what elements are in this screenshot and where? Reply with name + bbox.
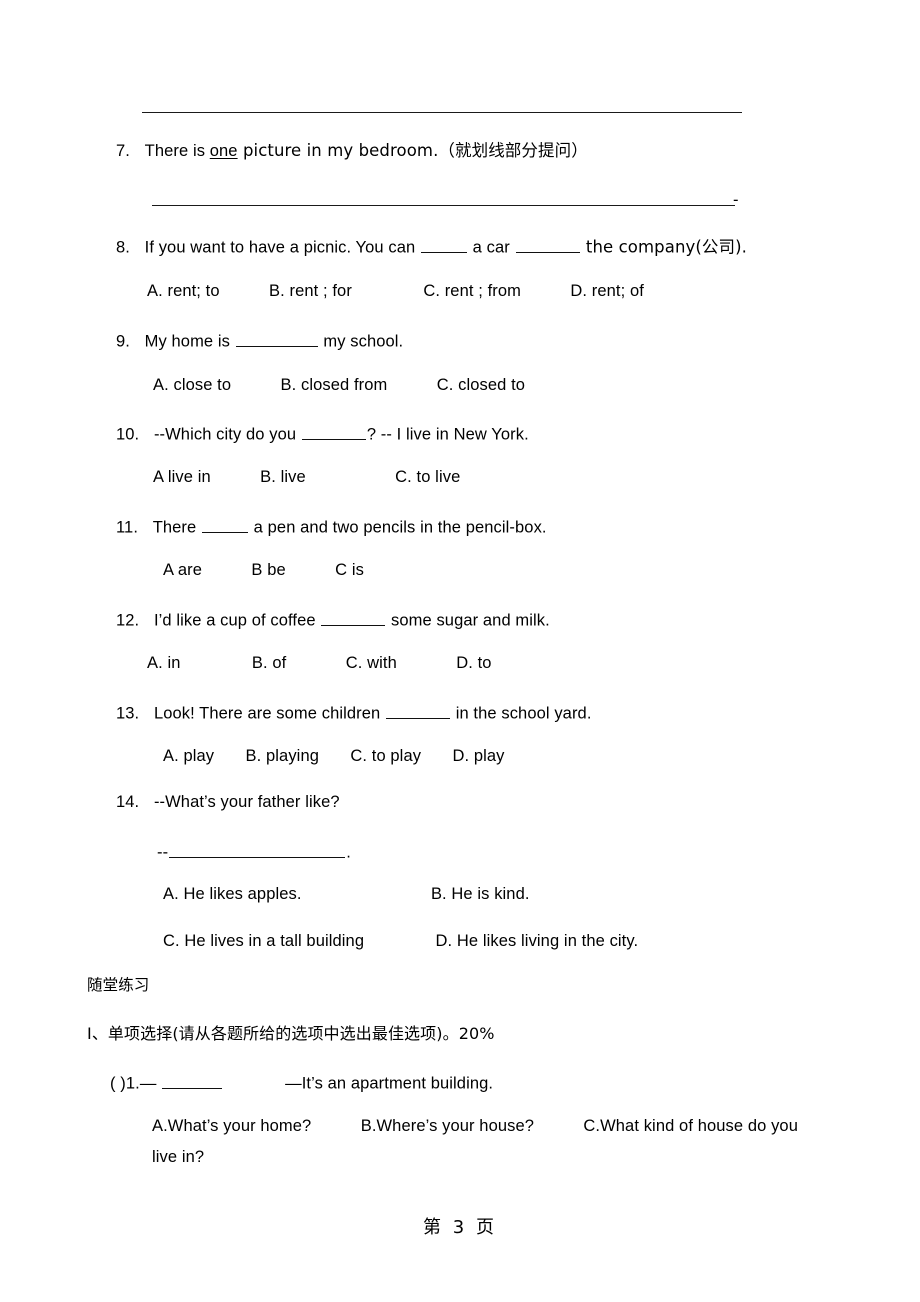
question-8-stem-part3: the company(公司).	[580, 237, 747, 257]
practice-item-1-option-a[interactable]: A.What’s your home?	[152, 1117, 311, 1135]
question-9-options: A. close to B. closed from C. closed to	[153, 377, 525, 394]
question-13-blank[interactable]	[386, 702, 451, 719]
question-7-underlined-word: one	[209, 142, 238, 160]
question-13-option-c[interactable]: C. to play	[350, 747, 421, 765]
practice-section-label: Ⅰ、单项选择(请从各题所给的选项中选出最佳选项)。20%	[87, 1024, 495, 1043]
question-10-option-a[interactable]: A live in	[153, 468, 211, 486]
question-13-option-b[interactable]: B. playing	[246, 747, 319, 765]
question-11-number: 11.	[116, 518, 139, 537]
question-13-options: A. play B. playing C. to play D. play	[163, 748, 505, 765]
answer-rule-top	[142, 112, 742, 113]
question-8-stem: 8. If you want to have a picnic. You can…	[116, 236, 747, 256]
practice-item-1-options-line-2: live in?	[152, 1148, 205, 1166]
question-8-number: 8.	[116, 238, 130, 257]
question-11-stem-part1: There	[152, 518, 201, 537]
question-7-stem-after: picture in my bedroom.（就划线部分提问）	[237, 141, 588, 160]
question-12-stem: 12. I’d like a cup of coffee some sugar …	[116, 609, 550, 629]
practice-item-1-blank[interactable]	[162, 1072, 223, 1089]
practice-item-1-dash-before: —	[139, 1074, 162, 1093]
question-14-option-b[interactable]: B. He is kind.	[431, 885, 530, 903]
question-10-number: 10.	[116, 425, 140, 444]
question-12-option-d[interactable]: D. to	[456, 654, 491, 672]
question-12-option-b[interactable]: B. of	[252, 654, 286, 672]
question-13-option-a[interactable]: A. play	[163, 747, 214, 765]
question-8-option-c[interactable]: C. rent ; from	[423, 282, 521, 300]
page-number-footer: 第 3 页	[423, 1217, 497, 1238]
question-11-stem-part2: a pen and two pencils in the pencil-box.	[249, 518, 547, 537]
question-9-option-b[interactable]: B. closed from	[281, 376, 388, 394]
question-14-number: 14.	[116, 793, 140, 811]
practice-item-1-stem: ( )1.— —It’s an apartment building.	[110, 1072, 493, 1092]
question-13-number: 13.	[116, 704, 140, 723]
question-14-answer-prefix: --	[157, 843, 169, 862]
question-14-option-d[interactable]: D. He likes living in the city.	[435, 932, 638, 950]
question-14-answer-blank[interactable]	[169, 841, 346, 858]
answer-rule-q7-tail: -	[733, 191, 739, 209]
practice-item-1-number: 1.	[125, 1074, 140, 1093]
question-9-stem-part2: my school.	[318, 332, 404, 351]
question-11-option-a[interactable]: A are	[163, 561, 202, 579]
question-9-stem-part1: My home is	[144, 332, 235, 351]
question-7-number: 7.	[116, 142, 130, 160]
question-14-answer-line: --.	[157, 841, 351, 861]
question-11-blank[interactable]	[202, 516, 248, 533]
question-9-option-a[interactable]: A. close to	[153, 376, 231, 394]
question-9-number: 9.	[116, 332, 130, 351]
question-8-option-b[interactable]: B. rent ; for	[269, 282, 352, 300]
practice-heading: 随堂练习	[87, 976, 150, 994]
question-8-option-a[interactable]: A. rent; to	[147, 282, 220, 300]
practice-item-1-option-b[interactable]: B.Where’s your house?	[361, 1117, 534, 1135]
question-14-option-a[interactable]: A. He likes apples.	[163, 885, 302, 903]
question-13-stem: 13. Look! There are some children in the…	[116, 702, 592, 722]
question-13-stem-part2: in the school yard.	[451, 704, 592, 723]
question-9-option-c[interactable]: C. closed to	[437, 376, 525, 394]
question-8-stem-part2: a car	[467, 238, 515, 257]
question-10-stem-part1: --Which city do you	[153, 425, 301, 444]
question-14-option-c[interactable]: C. He lives in a tall building	[163, 932, 364, 950]
question-10-stem-part2: ? -- I live in New York.	[366, 425, 529, 444]
question-14-options-row-2: C. He lives in a tall building D. He lik…	[163, 933, 638, 950]
question-12-number: 12.	[116, 611, 140, 630]
question-8-option-d[interactable]: D. rent; of	[570, 282, 644, 300]
practice-item-1-dash-after: —It’s an apartment building.	[285, 1074, 494, 1093]
question-12-blank[interactable]	[321, 609, 386, 626]
worksheet-page: 7. There is one picture in my bedroom.（就…	[0, 0, 920, 1302]
question-10-option-c[interactable]: C. to live	[395, 468, 460, 486]
question-10-options: A live in B. live C. to live	[153, 469, 460, 486]
question-11-option-b[interactable]: B be	[251, 561, 285, 579]
question-9-stem: 9. My home is my school.	[116, 330, 403, 350]
practice-item-1-options-line-1: A.What’s your home? B.Where’s your house…	[152, 1118, 798, 1135]
question-14-stem: 14. --What’s your father like?	[116, 794, 340, 811]
question-8-stem-part1: If you want to have a picnic. You can	[144, 238, 420, 257]
question-12-option-a[interactable]: A. in	[147, 654, 181, 672]
question-14-answer-suffix: .	[346, 843, 351, 862]
practice-item-1-option-c[interactable]: C.What kind of house do you	[583, 1117, 798, 1135]
question-7-stem-before: There is	[144, 142, 210, 160]
question-14-options-row-1: A. He likes apples. B. He is kind.	[163, 886, 530, 903]
question-13-option-d[interactable]: D. play	[452, 747, 504, 765]
question-8-blank-1[interactable]	[420, 236, 467, 253]
question-10-stem: 10. --Which city do you ? -- I live in N…	[116, 423, 529, 443]
question-12-stem-part1: I’d like a cup of coffee	[153, 611, 321, 630]
question-9-blank[interactable]	[235, 330, 318, 347]
question-11-options: A are B be C is	[163, 562, 364, 579]
question-11-option-c[interactable]: C is	[335, 561, 364, 579]
question-8-options: A. rent; to B. rent ; for C. rent ; from…	[147, 283, 644, 300]
question-8-blank-2[interactable]	[515, 236, 580, 253]
question-12-stem-part2: some sugar and milk.	[386, 611, 550, 630]
question-11-stem: 11. There a pen and two pencils in the p…	[116, 516, 547, 536]
question-13-stem-part1: Look! There are some children	[153, 704, 386, 723]
question-12-options: A. in B. of C. with D. to	[147, 655, 492, 672]
answer-rule-q7	[152, 205, 735, 206]
question-14-stem-text: --What’s your father like?	[153, 793, 340, 811]
practice-item-1-bracket[interactable]: ( )	[110, 1075, 126, 1093]
question-10-blank[interactable]	[301, 423, 366, 440]
question-12-option-c[interactable]: C. with	[346, 654, 397, 672]
question-10-option-b[interactable]: B. live	[260, 468, 306, 486]
question-7-stem: 7. There is one picture in my bedroom.（就…	[116, 141, 588, 160]
